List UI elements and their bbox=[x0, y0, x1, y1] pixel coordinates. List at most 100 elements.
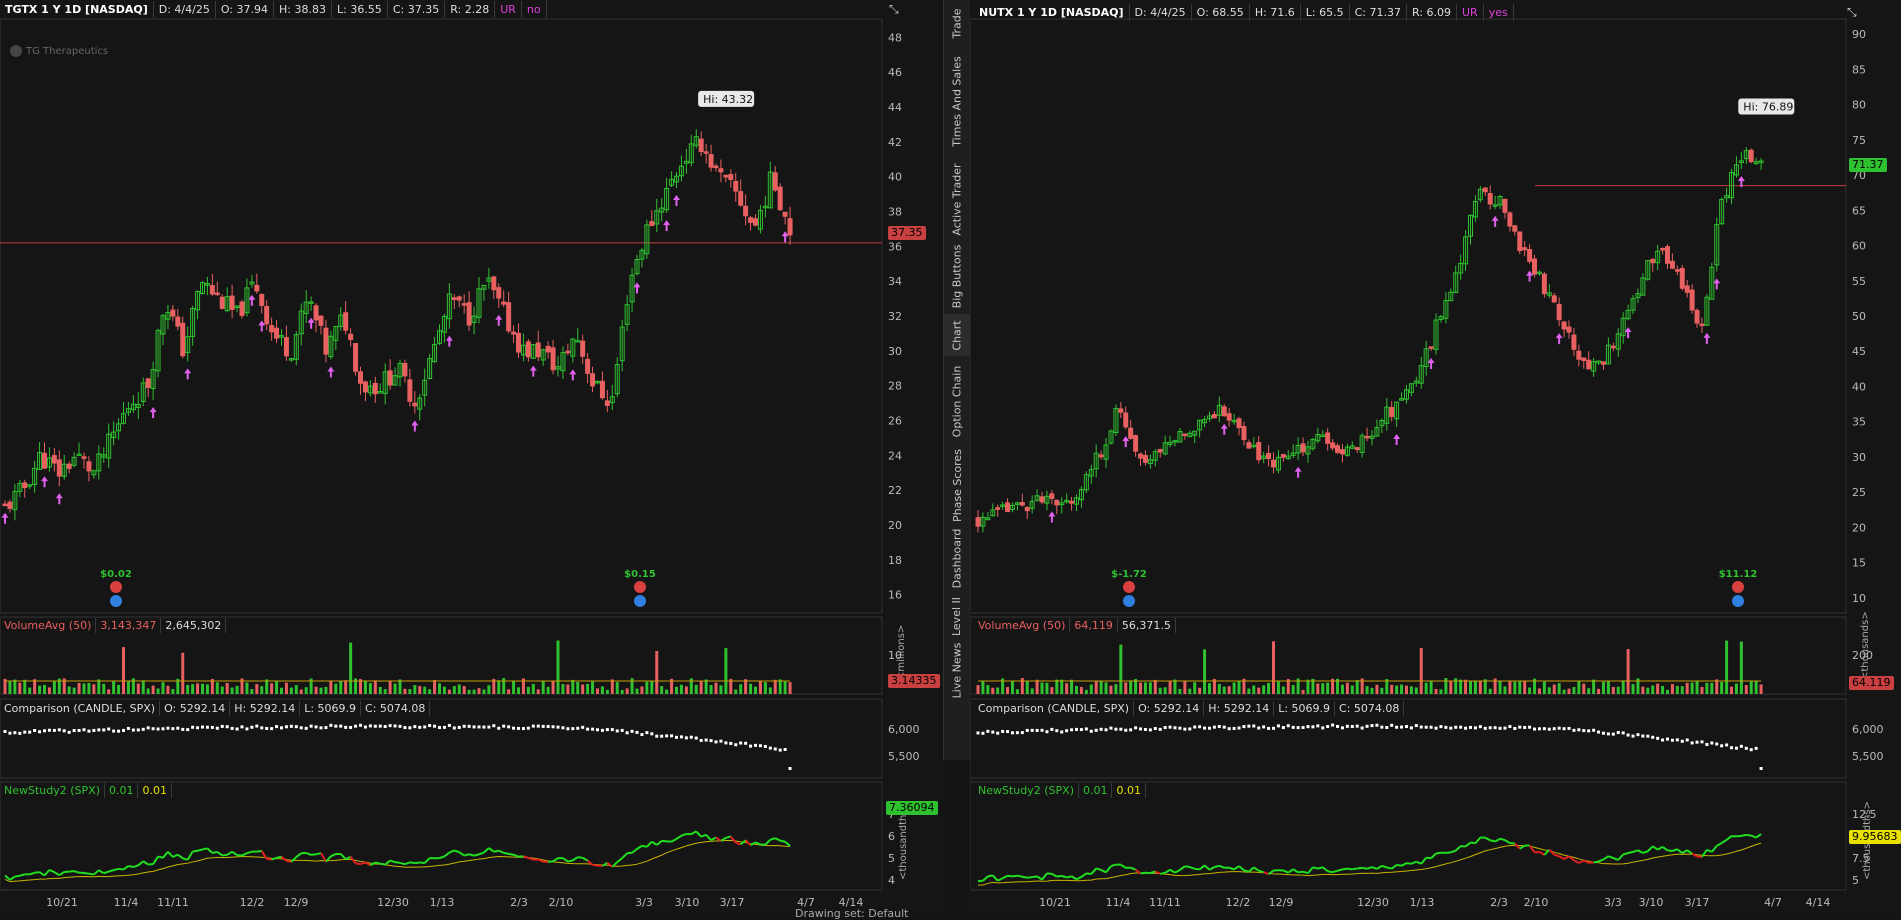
right-study-line bbox=[1446, 852, 1451, 853]
left-study-line bbox=[617, 858, 622, 862]
left-candle bbox=[497, 288, 501, 298]
left-comparison-candle bbox=[92, 729, 95, 732]
right-study-line bbox=[1254, 867, 1259, 870]
tab-times-and-sales[interactable]: Times And Sales bbox=[944, 44, 970, 159]
right-study-line bbox=[1170, 870, 1175, 873]
right-comparison-candle bbox=[1459, 726, 1462, 729]
left-price-chart[interactable]: 4846444240383634323028262422201816Hi: 43… bbox=[0, 0, 943, 917]
left-comparison-label[interactable]: Comparison (CANDLE, SPX) bbox=[0, 701, 160, 716]
left-candle bbox=[719, 169, 723, 172]
right-candle bbox=[1124, 413, 1128, 427]
left-volume-bar bbox=[344, 680, 347, 694]
right-volume-unit: <thousands> bbox=[1860, 611, 1871, 680]
right-price-chart[interactable]: 9085807570656055504540353025201510Hi: 76… bbox=[970, 0, 1901, 917]
right-comparison-label[interactable]: Comparison (CANDLE, SPX) bbox=[974, 701, 1134, 716]
left-study-line bbox=[627, 853, 632, 854]
left-study-line bbox=[143, 861, 148, 864]
right-volume-bar bbox=[1464, 680, 1467, 694]
tab-option-chain[interactable]: Option Chain bbox=[944, 356, 970, 446]
left-chart-panel[interactable]: TGTX 1 Y 1D [NASDAQ] D: 4/4/25 O: 37.94 … bbox=[0, 0, 943, 917]
left-y-tick: 20 bbox=[888, 519, 902, 532]
left-comparison-candle bbox=[715, 740, 718, 743]
right-volume-bar bbox=[1356, 680, 1359, 694]
left-comparison-candle bbox=[226, 725, 229, 728]
left-volume-bar bbox=[621, 690, 624, 694]
right-comparison-candle bbox=[1011, 731, 1014, 734]
left-comparison-candle bbox=[695, 737, 698, 740]
left-candle bbox=[57, 460, 61, 476]
right-signal-arrow bbox=[1221, 424, 1228, 435]
right-study-line bbox=[1397, 865, 1402, 866]
left-volume-bar bbox=[468, 690, 471, 694]
left-comparison-candle bbox=[28, 731, 31, 734]
right-comparison-candle bbox=[1331, 724, 1334, 727]
left-volume-bar bbox=[413, 685, 416, 694]
tab-phase-scores[interactable]: Phase Scores bbox=[944, 446, 970, 524]
left-comparison-candle bbox=[384, 725, 387, 728]
right-candle bbox=[996, 508, 1000, 510]
right-volume-bar bbox=[1282, 687, 1285, 694]
right-study-line bbox=[1264, 872, 1269, 874]
left-volume-bar bbox=[83, 683, 86, 694]
right-comparison-candle bbox=[1735, 747, 1738, 750]
left-comparison-candle bbox=[769, 747, 772, 750]
right-volume-bar bbox=[1238, 681, 1241, 694]
right-comparison-candle bbox=[1075, 728, 1078, 731]
right-study-line bbox=[1539, 852, 1544, 855]
left-study-line bbox=[380, 864, 385, 865]
right-comparison-candle bbox=[1272, 727, 1275, 730]
right-volume-bar bbox=[1203, 649, 1206, 694]
left-comparison-candle bbox=[690, 736, 693, 739]
right-study-line bbox=[1594, 861, 1599, 862]
left-comparison-candle bbox=[710, 739, 713, 742]
right-comparison-candle bbox=[1041, 729, 1044, 732]
tab-live-news[interactable]: Live News bbox=[944, 640, 970, 700]
left-volume-bar bbox=[339, 681, 342, 694]
right-study-line bbox=[1012, 876, 1017, 877]
left-volume-bar bbox=[715, 683, 718, 694]
tab-trade[interactable]: Trade bbox=[944, 2, 970, 44]
right-comparison-candle bbox=[1469, 726, 1472, 729]
tab-level-ii[interactable]: Level II bbox=[944, 592, 970, 640]
right-study-line bbox=[1653, 846, 1658, 849]
right-study-line bbox=[1047, 873, 1052, 874]
right-volume-bar bbox=[1193, 682, 1196, 694]
right-study-line bbox=[1638, 850, 1643, 853]
right-study-line bbox=[1072, 876, 1077, 879]
left-comparison-candle bbox=[744, 742, 747, 745]
left-volume-bar bbox=[403, 689, 406, 694]
right-comparison-candle bbox=[1109, 727, 1112, 730]
right-volume-bar bbox=[1085, 690, 1088, 694]
right-study-label[interactable]: NewStudy2 (SPX) bbox=[974, 783, 1079, 798]
right-comparison-candle bbox=[1607, 732, 1610, 735]
right-study-line bbox=[1618, 854, 1623, 859]
right-volume-bar bbox=[1558, 683, 1561, 694]
left-comparison-high: H: 5292.14 bbox=[230, 701, 300, 716]
left-comparison-candle bbox=[463, 725, 466, 728]
right-chart-panel[interactable]: NUTX 1 Y 1D [NASDAQ] D: 4/4/25 O: 68.55 … bbox=[970, 0, 1901, 917]
left-volume-bar bbox=[453, 686, 456, 694]
tab-big-buttons[interactable]: Big Buttons bbox=[944, 239, 970, 314]
left-comparison-candle bbox=[211, 726, 214, 729]
left-comparison-candle bbox=[497, 727, 500, 730]
tab-active-trader[interactable]: Active Trader bbox=[944, 159, 970, 239]
right-comparison-candle bbox=[1036, 729, 1039, 732]
left-study-line bbox=[20, 874, 25, 876]
tab-dashboard[interactable]: Dashboard bbox=[944, 524, 970, 592]
left-candle bbox=[220, 297, 224, 308]
right-comparison-candle bbox=[1336, 725, 1339, 728]
right-candle bbox=[1143, 456, 1147, 463]
left-drawing-set[interactable]: Drawing set: Default bbox=[795, 907, 908, 920]
tab-chart[interactable]: Chart bbox=[944, 314, 970, 356]
left-study-label[interactable]: NewStudy2 (SPX) bbox=[0, 783, 105, 798]
right-volume-label[interactable]: VolumeAvg (50) bbox=[974, 618, 1070, 633]
right-candle bbox=[1552, 296, 1556, 302]
left-volume-bar bbox=[334, 684, 337, 694]
left-volume-label[interactable]: VolumeAvg (50) bbox=[0, 618, 96, 633]
left-study-line bbox=[45, 870, 50, 876]
right-price-badge: 71.37 bbox=[1849, 158, 1887, 172]
right-study-line bbox=[1096, 868, 1101, 870]
right-volume-bar bbox=[1119, 645, 1122, 694]
right-study-line bbox=[1579, 861, 1584, 863]
right-study-line bbox=[1298, 872, 1303, 873]
